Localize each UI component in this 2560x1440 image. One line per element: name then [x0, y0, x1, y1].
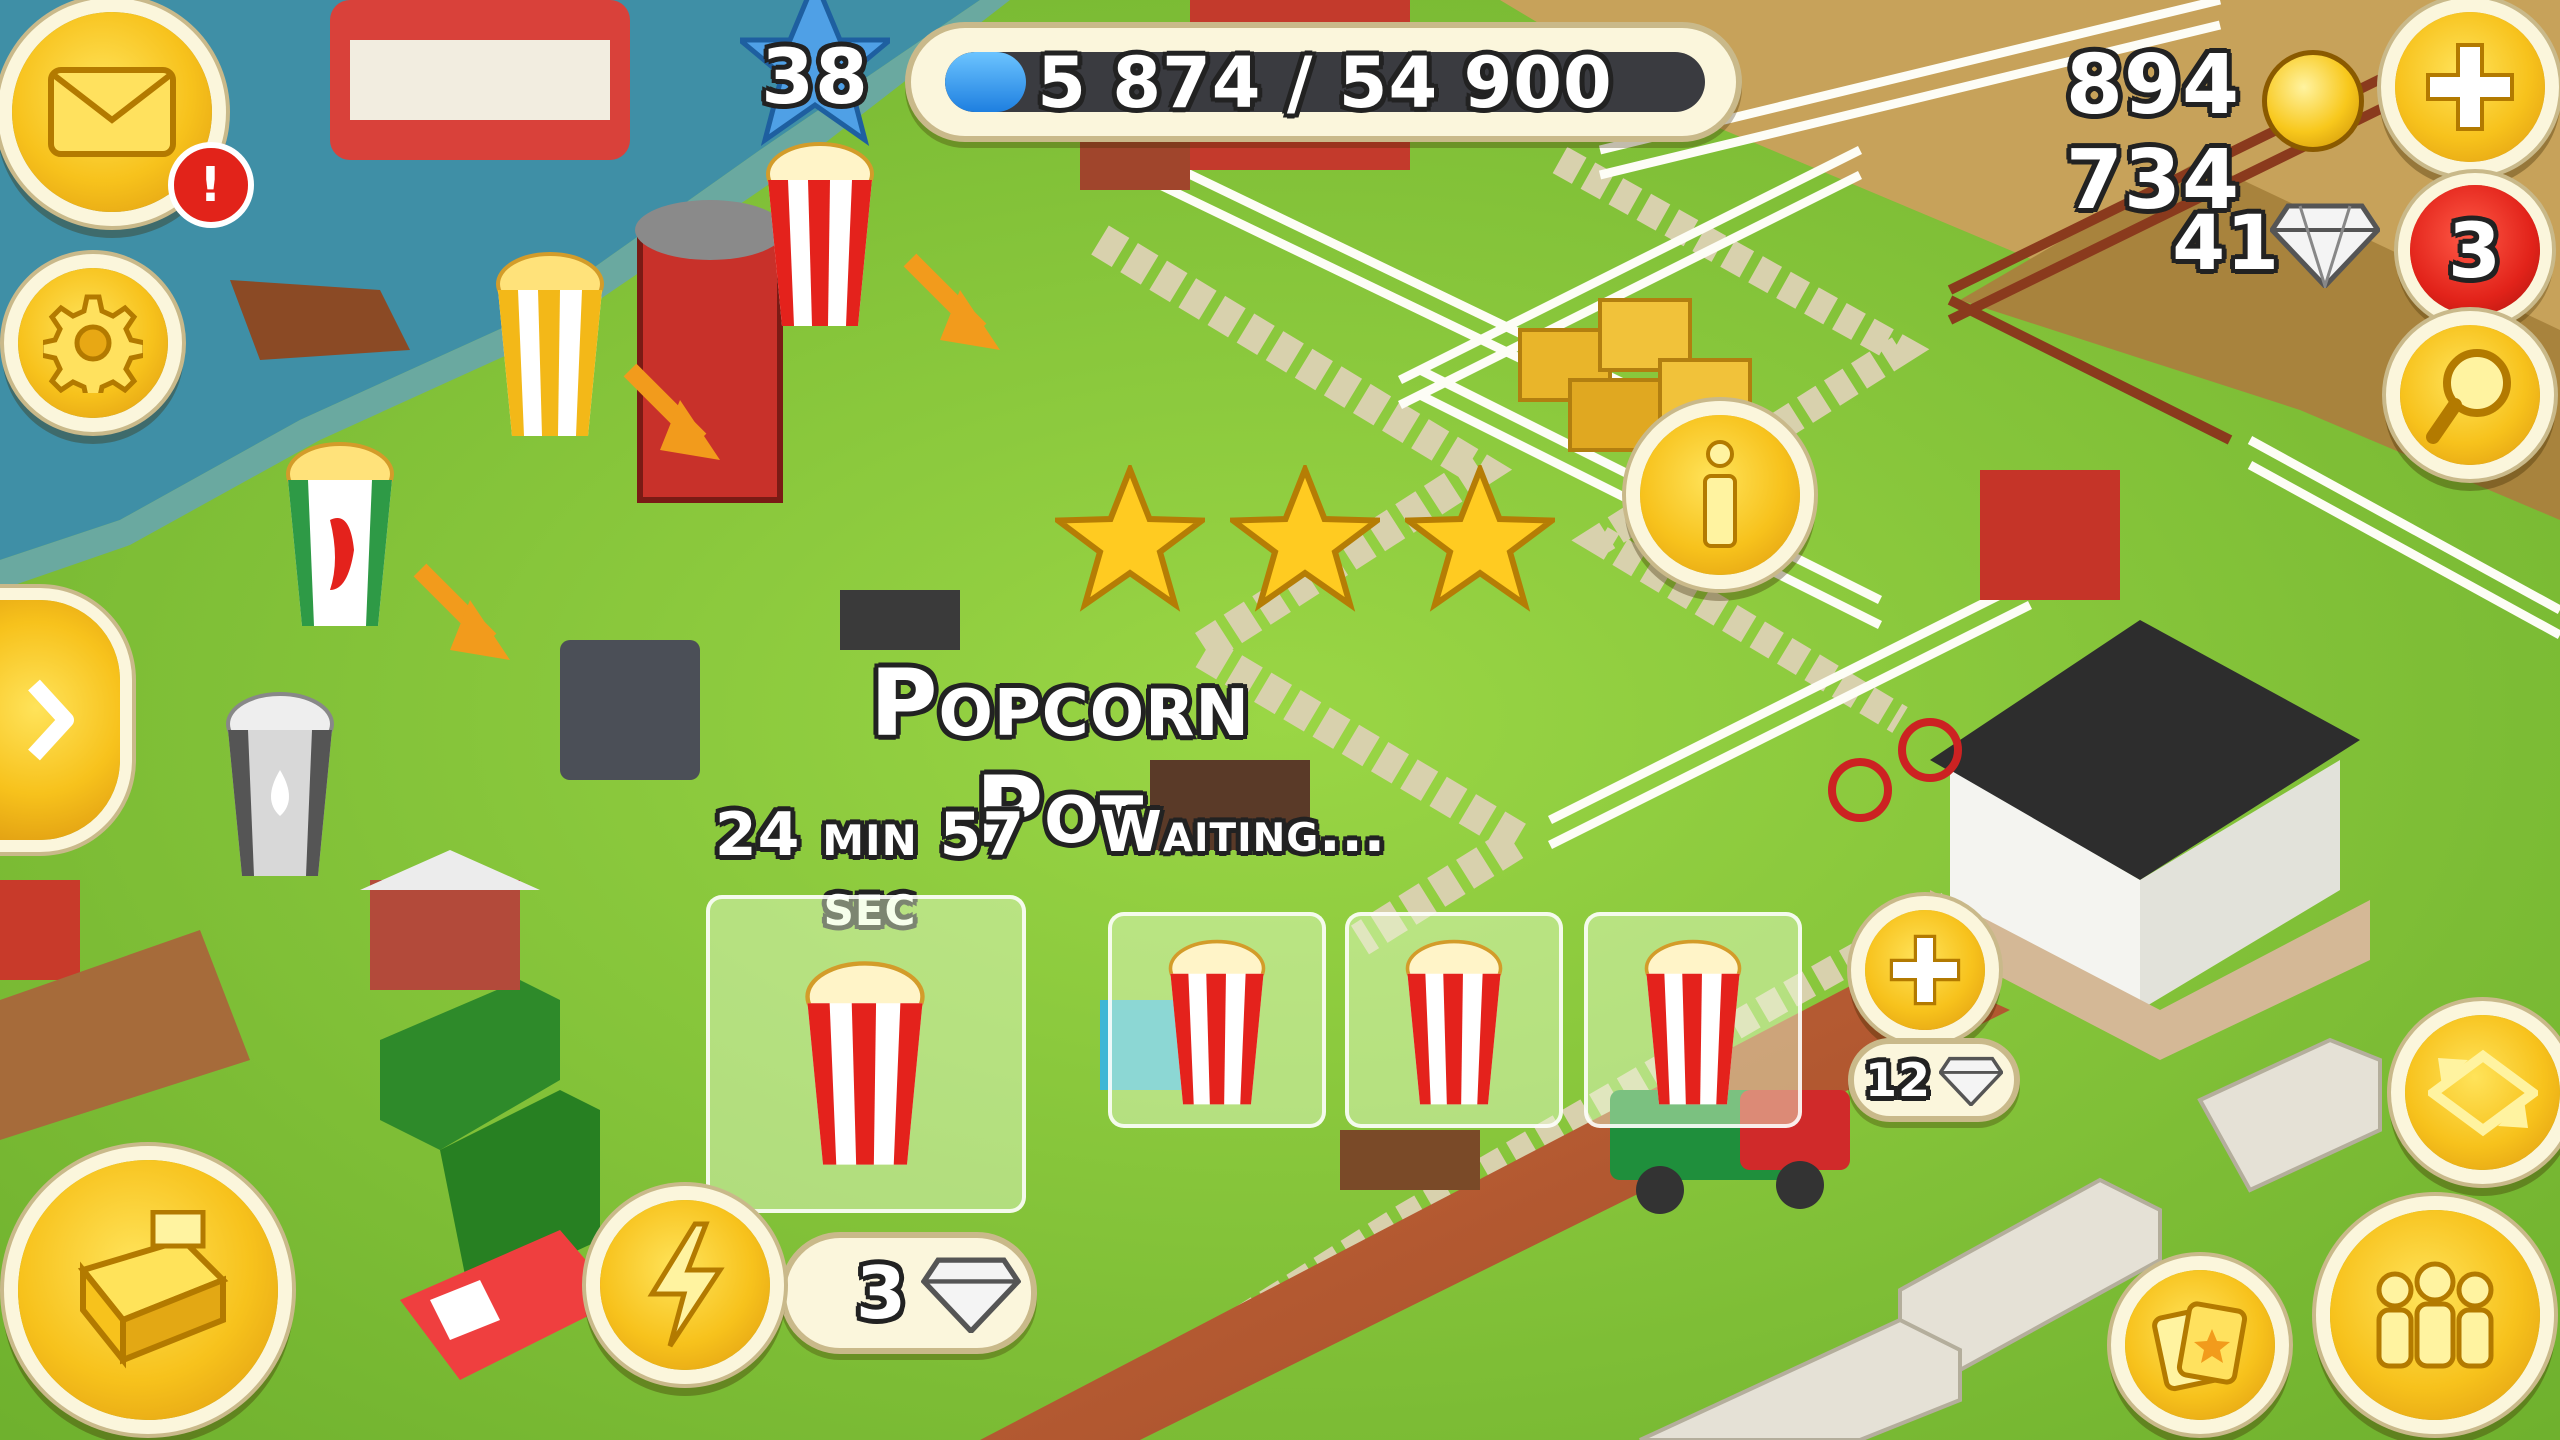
edit-mode-button[interactable]	[2405, 1015, 2560, 1170]
chili-popcorn-icon	[286, 442, 394, 626]
recipe-item-chili-popcorn[interactable]	[280, 440, 400, 630]
info-icon	[1703, 440, 1737, 548]
envelope-icon	[48, 67, 176, 157]
popcorn-icon	[1405, 939, 1503, 1105]
notifications-count: 3	[2448, 205, 2502, 295]
lightning-icon	[647, 1221, 725, 1348]
plus-icon	[1889, 934, 1961, 1006]
add-slot-button[interactable]	[1865, 910, 1985, 1030]
popcorn-icon	[766, 142, 874, 326]
diamond-icon	[2268, 198, 2382, 292]
buttered-popcorn-icon	[496, 252, 604, 436]
recipe-item-buttered-popcorn[interactable]	[490, 250, 610, 440]
queue-slot[interactable]	[1108, 912, 1326, 1128]
arrows-icon	[2427, 1049, 2538, 1136]
shop-button[interactable]	[18, 1160, 278, 1420]
xp-value: 5 874 / 54 900	[1037, 42, 1613, 124]
locked-popcorn-icon	[226, 692, 334, 876]
cards-icon	[2152, 1301, 2248, 1392]
cards-button[interactable]	[2125, 1270, 2275, 1420]
info-button[interactable]	[1640, 415, 1800, 575]
arrow-icon	[903, 253, 1000, 350]
add-slot-cost[interactable]: 12	[1848, 1038, 2020, 1122]
people-icon	[2376, 1261, 2494, 1369]
cash-register-icon	[77, 1210, 229, 1369]
production-slot-active[interactable]	[706, 895, 1026, 1213]
search-button[interactable]	[2400, 325, 2540, 465]
star-icon	[1055, 465, 1205, 612]
level-value: 38	[761, 32, 869, 121]
popcorn-icon	[805, 961, 925, 1165]
magnifier-icon	[2426, 349, 2511, 444]
diamonds-value: 41	[2172, 198, 2280, 287]
star-icon	[1405, 465, 1555, 612]
diamond-icon	[921, 1257, 1022, 1333]
queue-slot[interactable]	[1584, 912, 1802, 1128]
rush-cost-value: 3	[855, 1251, 908, 1335]
queue-status: Waiting...	[1100, 800, 1387, 865]
diamond-icon	[1939, 1056, 2003, 1106]
recipe-item-popcorn[interactable]	[760, 140, 880, 330]
mail-badge-text: !	[199, 157, 223, 213]
coin-icon	[2262, 50, 2364, 152]
recipe-item-locked-popcorn[interactable]	[220, 690, 340, 880]
level-star: 38	[733, 0, 897, 150]
arrow-icon	[413, 563, 510, 660]
arrow-icon	[623, 363, 720, 460]
star-icon	[1230, 465, 1380, 612]
friends-button[interactable]	[2330, 1210, 2540, 1420]
popcorn-icon	[1644, 939, 1742, 1105]
settings-button[interactable]	[18, 268, 168, 418]
add-slot-cost-value: 12	[1864, 1053, 1931, 1107]
notifications-button[interactable]: 3	[2410, 185, 2540, 315]
xp-bar[interactable]: 5 874 / 54 900	[905, 22, 1742, 142]
plus-icon	[2426, 43, 2514, 131]
add-coins-button[interactable]	[2395, 12, 2545, 162]
rush-button[interactable]	[600, 1200, 770, 1370]
expand-side-button[interactable]	[0, 600, 120, 840]
rush-cost[interactable]: 3	[780, 1232, 1037, 1354]
queue-slot[interactable]	[1345, 912, 1563, 1128]
gear-icon	[43, 294, 143, 393]
mail-badge: !	[168, 142, 254, 228]
chevron-right-icon	[28, 679, 74, 761]
popcorn-icon	[1168, 939, 1266, 1105]
